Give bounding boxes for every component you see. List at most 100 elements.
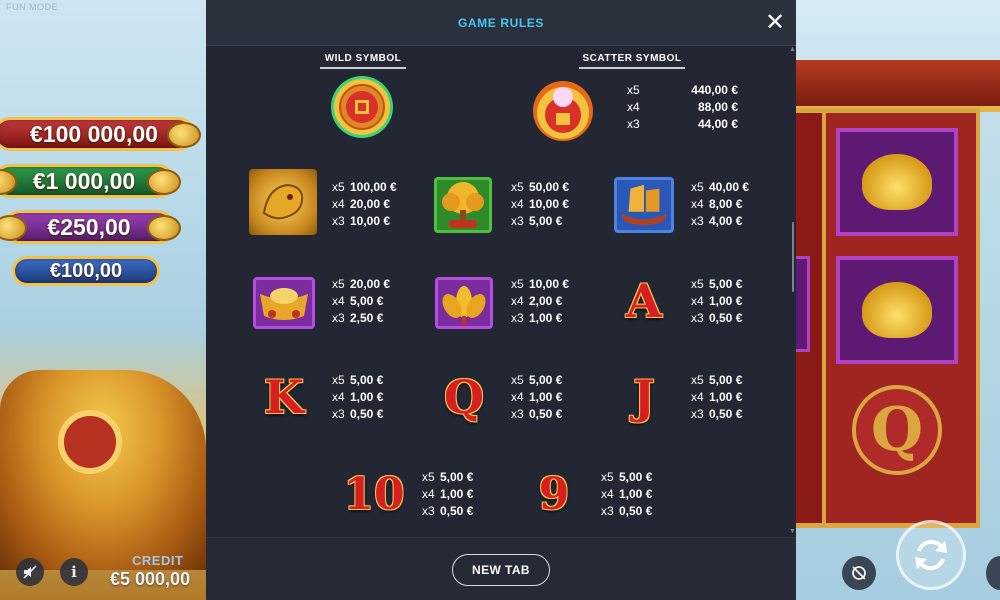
payout: 1,00 € xyxy=(529,390,563,404)
payout: 5,00 € xyxy=(709,373,743,387)
symbol-j-paytable: x5 5,00 € x4 1,00 € x3 0,50 € xyxy=(691,372,742,423)
paytable-row: x4 5,00 € xyxy=(332,293,390,310)
payout: 5,00 € xyxy=(350,373,384,387)
paytable-row: x5 5,00 € xyxy=(691,276,742,293)
symbol-10-paytable: x5 5,00 € x4 1,00 € x3 0,50 € xyxy=(422,469,473,520)
paytable-row: x3 0,50 € xyxy=(332,406,383,423)
multiplier: x3 xyxy=(332,214,345,228)
scatter-symbol-heading: SCATTER SYMBOL xyxy=(579,53,685,69)
multiplier: x5 xyxy=(601,470,614,484)
payout: 40,00 € xyxy=(709,180,750,194)
payout: 0,50 € xyxy=(709,311,743,325)
multiplier: x5 xyxy=(332,180,345,194)
symbol-9-paytable: x5 5,00 € x4 1,00 € x3 0,50 € xyxy=(601,469,652,520)
payout: 440,00 € xyxy=(691,83,738,97)
payout: 1,00 € xyxy=(709,390,743,404)
multiplier: x4 xyxy=(511,390,524,404)
paytable-row: x3 1,00 € xyxy=(511,310,569,327)
paytable-row: x4 1,00 € xyxy=(691,389,742,406)
scrollbar-thumb[interactable] xyxy=(792,222,794,292)
symbol-9: 9 xyxy=(538,468,570,520)
symbol-j: J xyxy=(633,370,655,424)
multiplier: x4 xyxy=(332,197,345,211)
jackpot-major-value: €1 000,00 xyxy=(32,167,136,194)
credit-value: €5 000,00 xyxy=(110,569,191,589)
fun-mode-label: FUN MODE xyxy=(6,2,58,12)
modal-title: GAME RULES xyxy=(457,16,544,30)
paytable-row: x4 1,00 € xyxy=(422,486,473,503)
paytable-row: x4 88,00 € xyxy=(627,99,738,116)
paytable-row: x4 20,00 € xyxy=(332,196,397,213)
paytable-row: x4 10,00 € xyxy=(511,196,569,213)
jackpot-badge-icon xyxy=(0,169,17,195)
sound-toggle-button[interactable] xyxy=(16,558,44,586)
symbol-a-paytable: x5 5,00 € x4 1,00 € x3 0,50 € xyxy=(691,276,742,327)
gold-ingot-icon xyxy=(260,288,308,320)
multiplier: x5 xyxy=(422,470,435,484)
symbol-gold-ingot xyxy=(253,277,315,329)
new-tab-button[interactable]: NEW TAB xyxy=(452,554,550,586)
multiplier: x3 xyxy=(511,311,524,325)
jackpot-mini: €100,00 xyxy=(12,256,160,286)
reel-symbol-partial xyxy=(796,256,810,352)
paytable-row: x5 5,00 € xyxy=(422,469,473,486)
payout: 1,00 € xyxy=(350,390,384,404)
symbol-a: A xyxy=(626,274,662,328)
rules-content[interactable]: WILD SYMBOL SCATTER SYMBOL x5 440,00 € x… xyxy=(206,47,796,537)
payout: 1,00 € xyxy=(709,294,743,308)
jackpot-badge-icon xyxy=(147,169,181,195)
multiplier: x3 xyxy=(601,504,614,518)
payout: 5,00 € xyxy=(709,277,743,291)
reel-symbol-lotus xyxy=(836,256,958,364)
autoplay-button[interactable] xyxy=(842,556,876,590)
temple-roof xyxy=(796,60,1000,112)
close-icon: ✕ xyxy=(764,9,786,36)
junk-ship-icon xyxy=(620,184,668,226)
autoplay-off-icon xyxy=(852,566,866,580)
multiplier: x4 xyxy=(332,390,345,404)
modal-footer: NEW TAB xyxy=(206,537,796,600)
payout: 5,00 € xyxy=(619,470,653,484)
scroll-down-arrow-icon[interactable]: ▼ xyxy=(789,528,796,535)
close-button[interactable]: ✕ xyxy=(764,9,786,36)
multiplier: x3 xyxy=(627,117,640,131)
scrollbar-track[interactable] xyxy=(791,48,795,536)
payout: 88,00 € xyxy=(697,100,738,114)
symbol-q-paytable: x5 5,00 € x4 1,00 € x3 0,50 € xyxy=(511,372,562,423)
paytable-row: x5 10,00 € xyxy=(511,276,569,293)
payout: 1,00 € xyxy=(440,487,474,501)
payout: 50,00 € xyxy=(529,180,570,194)
payout: 0,50 € xyxy=(619,504,653,518)
payout: 5,00 € xyxy=(529,373,563,387)
multiplier: x5 xyxy=(511,373,524,387)
info-button[interactable]: i xyxy=(60,558,88,586)
multiplier: x4 xyxy=(691,390,704,404)
symbol-junk-ship-paytable: x5 40,00 € x4 8,00 € x3 4,00 € xyxy=(691,179,749,230)
multiplier: x5 xyxy=(511,180,524,194)
paytable-row: x4 1,00 € xyxy=(332,389,383,406)
multiplier: x4 xyxy=(511,294,524,308)
paytable-row: x4 1,00 € xyxy=(601,486,652,503)
lotus-icon xyxy=(442,286,486,326)
golden-bag-icon xyxy=(533,81,593,141)
paytable-row: x5 5,00 € xyxy=(332,372,383,389)
symbol-gold-ingot-paytable: x5 20,00 € x4 5,00 € x3 2,50 € xyxy=(332,276,390,327)
payout: 4,00 € xyxy=(709,214,743,228)
multiplier: x3 xyxy=(691,311,704,325)
paytable-row: x5 40,00 € xyxy=(691,179,749,196)
symbol-lotus-paytable: x5 10,00 € x4 2,00 € x3 1,00 € xyxy=(511,276,569,327)
payout: 5,00 € xyxy=(350,294,384,308)
modal-header: GAME RULES ✕ xyxy=(206,0,796,46)
paytable-row: x5 5,00 € xyxy=(511,372,562,389)
spin-button[interactable] xyxy=(896,520,966,590)
coin-icon xyxy=(331,76,393,138)
game-rules-modal: GAME RULES ✕ WILD SYMBOL SCATTER SYMBOL xyxy=(206,0,796,600)
multiplier: x4 xyxy=(691,197,704,211)
paytable-row: x3 5,00 € xyxy=(511,213,569,230)
payout: 0,50 € xyxy=(350,407,384,421)
jackpot-minor: €250,00 xyxy=(0,210,181,244)
wild-symbol-heading: WILD SYMBOL xyxy=(320,53,406,69)
multiplier: x4 xyxy=(332,294,345,308)
paytable-row: x5 50,00 € xyxy=(511,179,569,196)
paytable-row: x3 0,50 € xyxy=(691,406,742,423)
